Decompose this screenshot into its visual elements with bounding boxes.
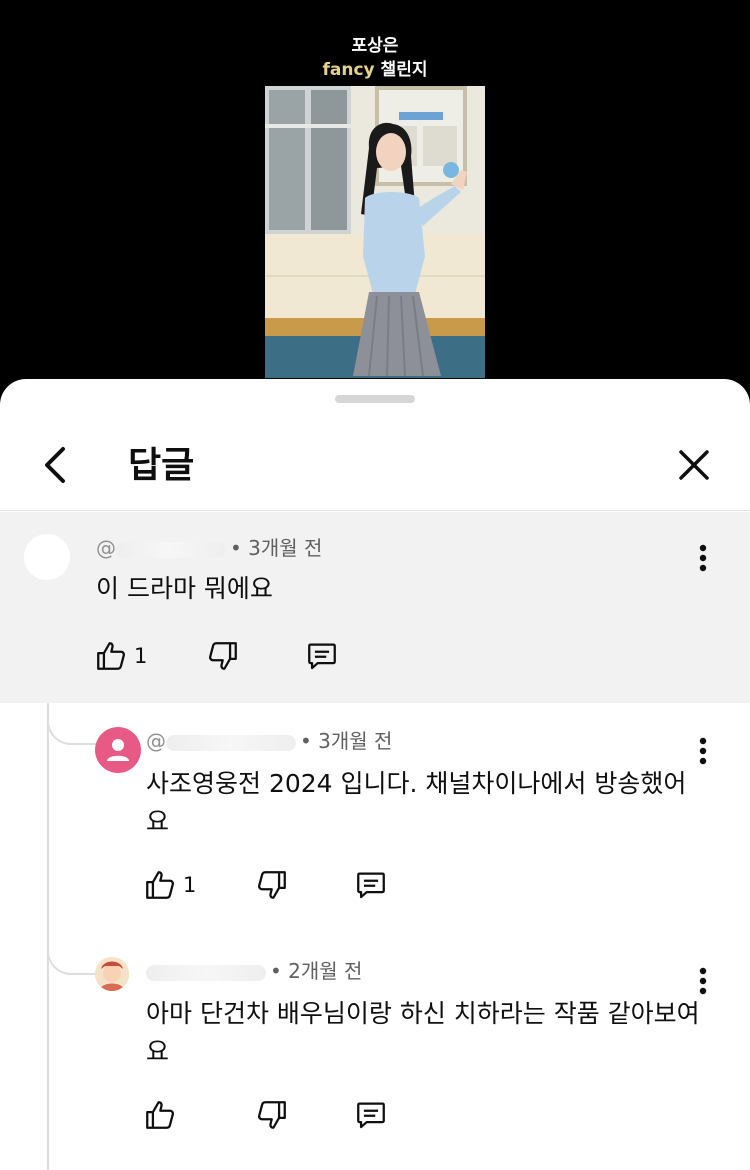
like-button[interactable] (143, 1098, 177, 1132)
video-frame (265, 86, 485, 378)
redacted-handle (116, 541, 226, 558)
reply-comment: @ • 3개월 전 사조영웅전 2024 입니다. 채널차이나에서 방송했어요 1 (0, 703, 750, 933)
avatar[interactable] (24, 534, 70, 580)
caption-rest: 챌린지 (374, 60, 428, 80)
more-vert-icon (699, 737, 707, 765)
thumbs-down-icon (257, 871, 286, 899)
more-options-button[interactable] (688, 961, 718, 1001)
comment-meta: • 2개월 전 (146, 957, 362, 985)
caption-highlight: fancy (322, 60, 375, 80)
comment-icon (357, 872, 385, 899)
like-button[interactable]: 1 (94, 639, 147, 673)
close-icon (679, 450, 709, 480)
replies-sheet: 답글 @ • 3개월 전 이 드라마 뭐에요 1 @ • 3개월 전 사조영웅전… (0, 379, 750, 1170)
reply-button[interactable] (304, 639, 340, 673)
comment-actions: 1 (94, 634, 336, 678)
redacted-handle (146, 964, 266, 981)
video-frame-image (265, 86, 485, 378)
comment-meta: @ • 3개월 전 (146, 727, 392, 755)
person-icon (107, 739, 129, 761)
thumbs-up-icon (146, 871, 175, 899)
reply-comment: • 2개월 전 아마 단건차 배우님이랑 하신 치하라는 작품 같아보여요 (0, 933, 750, 1170)
thumbs-down-icon (208, 642, 237, 670)
dislike-button[interactable] (255, 1098, 289, 1132)
comment-handle[interactable]: @ (146, 729, 166, 753)
reply-button[interactable] (353, 868, 389, 902)
comment-time: • 2개월 전 (270, 959, 363, 983)
back-button[interactable] (30, 441, 78, 489)
comment-text: 사조영웅전 2024 입니다. 채널차이나에서 방송했어요 (146, 769, 687, 836)
drag-handle[interactable] (335, 395, 415, 403)
more-options-button[interactable] (688, 731, 718, 771)
avatar[interactable] (95, 727, 141, 773)
video-player[interactable]: 포상은 fancy 챌린지 (0, 0, 750, 400)
more-vert-icon (699, 544, 707, 572)
comment-text: 아마 단건차 배우님이랑 하신 치하라는 작품 같아보여요 (146, 999, 700, 1066)
more-options-button[interactable] (688, 538, 718, 578)
thumbs-up-icon (97, 642, 126, 670)
comment-handle[interactable]: @ (96, 536, 116, 560)
more-vert-icon (699, 967, 707, 995)
video-caption: 포상은 fancy 챌린지 (0, 34, 750, 82)
comment-time: • 3개월 전 (300, 729, 393, 753)
dislike-button[interactable] (255, 868, 289, 902)
avatar[interactable] (95, 957, 129, 991)
like-count: 1 (183, 873, 197, 897)
sheet-title: 답글 (128, 445, 195, 486)
comment-icon (357, 1102, 385, 1129)
thumbs-down-icon (257, 1101, 286, 1129)
comment-icon (308, 643, 336, 670)
like-button[interactable]: 1 (143, 868, 196, 902)
redacted-handle (166, 734, 296, 751)
chevron-left-icon (45, 447, 65, 483)
avatar-illustration-icon (95, 957, 129, 991)
thumbs-up-icon (146, 1101, 175, 1129)
parent-comment: @ • 3개월 전 이 드라마 뭐에요 1 (0, 512, 750, 703)
sheet-header: 답글 (0, 419, 750, 511)
comment-actions: 1 (143, 863, 385, 907)
like-count: 1 (134, 644, 148, 668)
comment-time: • 3개월 전 (230, 536, 323, 560)
comment-text: 이 드라마 뭐에요 (96, 574, 273, 603)
reply-button[interactable] (353, 1098, 389, 1132)
dislike-button[interactable] (206, 639, 240, 673)
comment-meta: @ • 3개월 전 (96, 534, 322, 562)
caption-line-1: 포상은 (351, 36, 399, 56)
comment-actions (143, 1093, 385, 1137)
close-button[interactable] (670, 441, 718, 489)
caption-line-2: fancy 챌린지 (0, 58, 750, 82)
